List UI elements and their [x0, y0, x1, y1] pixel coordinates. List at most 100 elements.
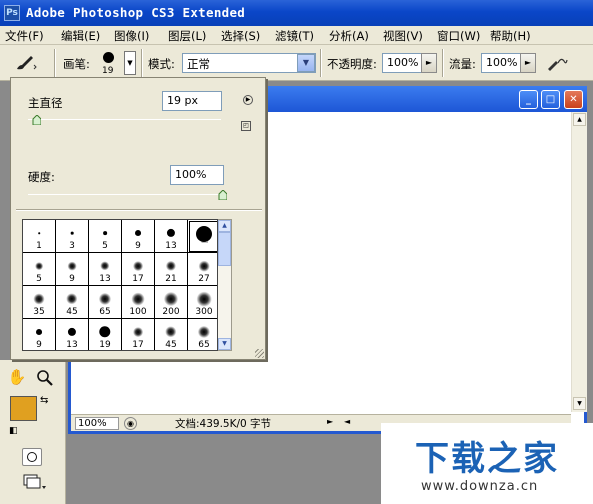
scroll-left-arrow[interactable]: ◄	[344, 417, 350, 426]
brush-preset-cell[interactable]: 13	[155, 220, 188, 253]
soft-brush-tip	[98, 292, 112, 306]
brush-preset-cell[interactable]: 300	[188, 286, 217, 319]
hard-brush-tip	[99, 326, 111, 338]
hand-tool-icon[interactable]: ✋	[7, 368, 27, 388]
brush-preset-cell[interactable]: 9	[23, 319, 56, 350]
menu-filter[interactable]: 滤镜(T)	[275, 28, 314, 44]
zoom-tool-button[interactable]	[35, 368, 55, 388]
brush-preset-cell[interactable]: 100	[122, 286, 155, 319]
brush-presets-grid[interactable]: 1 3 5 9 13 ☝ 5 9 13 17 21 27 35 45 65 100 200 300 9 13 19 17 4…	[22, 219, 218, 351]
brush-tool-preset-button[interactable]	[11, 50, 39, 74]
mode-select[interactable]: 正常 ▼	[182, 53, 316, 73]
brush-preset-size: 17	[132, 340, 144, 350]
brush-preset-cell[interactable]: 17	[122, 253, 155, 286]
airbrush-button[interactable]	[545, 52, 569, 74]
default-colors-icon[interactable]: ◧	[9, 426, 18, 436]
brush-preset-cell[interactable]: 21	[155, 253, 188, 286]
brush-preset-cell[interactable]: 13	[56, 319, 89, 350]
soft-brush-tip	[67, 261, 77, 271]
brush-preset-size: 65	[198, 340, 210, 350]
master-diameter-input[interactable]: 19 px	[162, 91, 222, 111]
status-menu-icon[interactable]: ◉	[124, 417, 137, 430]
presets-scrollbar[interactable]: ▲ ▼	[218, 219, 232, 351]
scroll-thumb[interactable]	[218, 232, 231, 266]
soft-brush-tip	[196, 291, 212, 307]
hand-cursor-icon: ☝	[201, 232, 209, 246]
brush-preset-cell[interactable]: 35	[23, 286, 56, 319]
brush-preset-size: 45	[66, 307, 78, 317]
opacity-input[interactable]: 100%	[382, 53, 422, 73]
diameter-slider-track[interactable]	[28, 119, 221, 120]
brush-preset-cell[interactable]: 5	[89, 220, 122, 253]
brush-preset-cell[interactable]: 19	[89, 319, 122, 350]
minimize-button[interactable]: _	[519, 90, 538, 109]
brush-preset-size: 65	[99, 307, 111, 317]
brush-preview[interactable]: 19	[96, 49, 122, 79]
menu-help[interactable]: 帮助(H)	[490, 28, 531, 44]
brush-size-text: 19	[102, 66, 114, 76]
hardness-slider-thumb[interactable]	[218, 190, 227, 200]
triangle-right-icon: ►	[425, 58, 433, 67]
foreground-color-swatch[interactable]	[10, 396, 37, 421]
panel-menu-button[interactable]: ▶	[243, 95, 253, 105]
hard-brush-tip	[70, 231, 74, 235]
hard-brush-tip	[135, 230, 141, 236]
chevron-down-icon: ▼	[297, 54, 315, 72]
status-arrow-icon[interactable]: ►	[327, 417, 333, 426]
brush-preset-cell[interactable]: 27	[188, 253, 217, 286]
menu-window[interactable]: 窗口(W)	[437, 28, 480, 44]
hardness-input[interactable]: 100%	[170, 165, 224, 185]
resize-grip-icon[interactable]	[255, 349, 264, 358]
scroll-down-arrow[interactable]: ▼	[218, 338, 231, 350]
brush-preset-cell[interactable]: 65	[188, 319, 217, 350]
brush-preset-cell[interactable]: 65	[89, 286, 122, 319]
save-preset-button[interactable]: ◰	[241, 121, 251, 131]
brush-picker-dropdown[interactable]: ▼	[124, 51, 136, 75]
brush-preset-size: 13	[165, 241, 177, 251]
scroll-down-arrow[interactable]: ▼	[573, 397, 586, 410]
screen-mode-button[interactable]	[22, 472, 46, 490]
flow-slider-button[interactable]: ►	[520, 53, 536, 73]
flow-input[interactable]: 100%	[481, 53, 521, 73]
hardness-slider-track[interactable]	[28, 194, 226, 195]
menu-view[interactable]: 视图(V)	[383, 28, 423, 44]
swap-colors-icon[interactable]: ⇆	[40, 395, 48, 406]
brush-preset-cell[interactable]: 9	[122, 220, 155, 253]
hardness-label: 硬度:	[28, 170, 55, 184]
window-title: Adobe Photoshop CS3 Extended	[26, 5, 246, 20]
opacity-slider-button[interactable]: ►	[421, 53, 437, 73]
quick-mask-button[interactable]	[22, 448, 42, 466]
hard-brush-tip	[166, 228, 176, 238]
menu-image[interactable]: 图像(I)	[114, 28, 149, 44]
magnifier-icon	[37, 370, 53, 386]
brush-tip-dot	[103, 52, 114, 63]
brush-preset-cell[interactable]: ☝	[188, 220, 217, 253]
scroll-up-arrow[interactable]: ▲	[218, 220, 231, 232]
diameter-slider-thumb[interactable]	[32, 115, 41, 125]
brush-preset-cell[interactable]: 1	[23, 220, 56, 253]
menu-select[interactable]: 选择(S)	[221, 28, 260, 44]
close-button[interactable]: ✕	[564, 90, 583, 109]
brush-preset-cell[interactable]: 5	[23, 253, 56, 286]
soft-brush-tip	[164, 292, 178, 306]
brush-preset-cell[interactable]: 17	[122, 319, 155, 350]
document-vertical-scrollbar[interactable]: ▲ ▼	[571, 112, 587, 412]
menu-edit[interactable]: 编辑(E)	[61, 28, 100, 44]
brush-preset-cell[interactable]: 9	[56, 253, 89, 286]
maximize-button[interactable]: □	[541, 90, 560, 109]
watermark-url: www.downza.cn	[421, 479, 539, 494]
menu-file[interactable]: 文件(F)	[5, 28, 44, 44]
menu-analysis[interactable]: 分析(A)	[329, 28, 369, 44]
brush-preset-cell[interactable]: 45	[155, 319, 188, 350]
zoom-field[interactable]: 100%	[75, 417, 119, 430]
menu-layer[interactable]: 图层(L)	[168, 28, 206, 44]
brush-preset-cell[interactable]: 3	[56, 220, 89, 253]
triangle-right-icon: ▶	[245, 96, 251, 103]
brush-preset-cell[interactable]: 13	[89, 253, 122, 286]
brush-preset-cell[interactable]: 200	[155, 286, 188, 319]
brush-preset-size: 200	[162, 307, 180, 317]
brush-preset-cell[interactable]: 45	[56, 286, 89, 319]
triangle-right-icon: ►	[524, 58, 532, 67]
scroll-up-arrow[interactable]: ▲	[573, 113, 586, 126]
close-icon: ✕	[569, 94, 578, 105]
